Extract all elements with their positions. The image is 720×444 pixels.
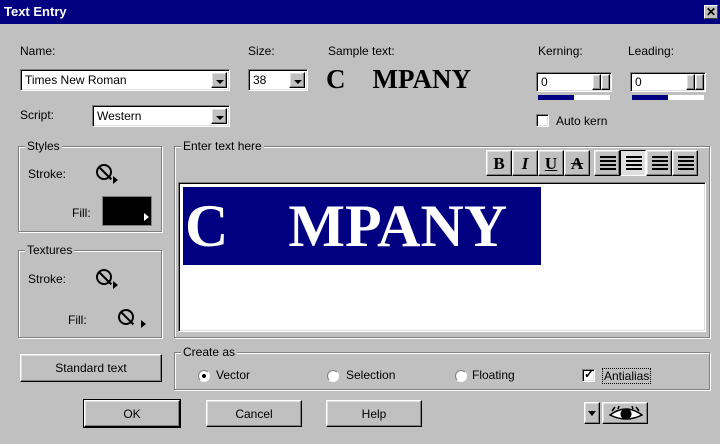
leading-spinner[interactable]	[686, 74, 704, 90]
close-icon: ✕	[705, 5, 717, 19]
italic-icon: I	[521, 154, 529, 173]
textures-group-title: Textures	[25, 243, 75, 257]
fill-swatch-arrow-icon[interactable]	[144, 213, 149, 221]
cancel-button-label: Cancel	[235, 406, 273, 421]
font-name-dropdown-button[interactable]	[211, 72, 227, 88]
auto-kern-checkbox[interactable]	[536, 114, 549, 127]
font-size-combo[interactable]: 38	[248, 69, 308, 91]
sample-text-preview: C MPANY	[326, 64, 471, 94]
justify-button[interactable]	[646, 150, 672, 176]
size-label: Size:	[248, 44, 275, 58]
vector-label[interactable]: Vector	[216, 368, 250, 382]
kerning-input[interactable]: 0	[536, 72, 612, 92]
create-as-group-title: Create as	[181, 345, 238, 359]
align-right-icon	[678, 156, 694, 172]
leading-up-button[interactable]	[686, 74, 695, 90]
textures-stroke-icon[interactable]	[96, 269, 112, 285]
preview-toggle-button[interactable]	[584, 402, 600, 424]
kerning-value: 0	[541, 75, 548, 89]
kerning-slider-bar[interactable]	[538, 95, 574, 100]
selection-radio[interactable]	[327, 370, 339, 382]
textures-stroke-arrow-icon[interactable]	[113, 281, 118, 289]
antialias-checkbox[interactable]	[582, 367, 595, 382]
floating-label[interactable]: Floating	[472, 368, 515, 382]
kerning-label: Kerning:	[538, 44, 583, 58]
styles-stroke-label: Stroke:	[28, 167, 67, 181]
help-button-label: Help	[361, 406, 387, 421]
antialias-label[interactable]: Antialias	[602, 368, 652, 384]
styles-fill-swatch[interactable]	[102, 196, 152, 226]
leading-slider-track[interactable]	[668, 95, 704, 100]
preview-eye-button[interactable]	[602, 402, 648, 424]
sample-text-label: Sample text:	[328, 44, 395, 58]
font-size-value: 38	[253, 73, 267, 87]
align-left-button[interactable]	[594, 150, 620, 176]
close-button[interactable]: ✕	[704, 5, 718, 19]
preview-toggle-arrow-icon	[588, 411, 596, 416]
leading-input[interactable]: 0	[630, 72, 706, 92]
standard-text-button[interactable]: Standard text	[20, 354, 162, 382]
styles-group-title: Styles	[25, 139, 62, 153]
textures-fill-icon[interactable]	[118, 309, 134, 325]
script-dropdown-button[interactable]	[211, 108, 227, 124]
align-right-button[interactable]	[672, 150, 698, 176]
align-center-icon	[626, 156, 642, 172]
floating-radio[interactable]	[455, 370, 467, 382]
text-entry-area[interactable]: C MPANY	[178, 182, 706, 332]
font-name-combo[interactable]: Times New Roman	[20, 69, 230, 91]
align-left-icon	[600, 156, 616, 172]
title-bar: Text Entry ✕	[0, 0, 720, 24]
styles-stroke-icon[interactable]	[96, 164, 112, 180]
textures-fill-arrow-icon[interactable]	[141, 320, 146, 328]
standard-text-button-label: Standard text	[55, 361, 127, 375]
ok-button-label: OK	[123, 406, 141, 421]
underline-icon: U	[544, 154, 558, 173]
justify-icon	[652, 156, 668, 172]
kerning-up-button[interactable]	[592, 74, 601, 90]
window-title: Text Entry	[4, 4, 67, 19]
eye-icon	[609, 406, 643, 420]
kerning-spinner[interactable]	[592, 74, 610, 90]
kerning-down-button[interactable]	[601, 74, 610, 90]
textures-fill-label: Fill:	[68, 313, 87, 327]
font-name-label: Name:	[20, 44, 56, 58]
strikethrough-button[interactable]: A	[564, 150, 590, 176]
script-label: Script:	[20, 108, 55, 122]
leading-label: Leading:	[628, 44, 675, 58]
leading-slider-bar[interactable]	[632, 95, 668, 100]
help-button[interactable]: Help	[326, 400, 422, 427]
bold-button[interactable]: B	[486, 150, 512, 176]
font-size-dropdown-button[interactable]	[289, 72, 305, 88]
bold-icon: B	[493, 154, 505, 173]
font-name-value: Times New Roman	[25, 73, 127, 87]
italic-button[interactable]: I	[512, 150, 538, 176]
strikethrough-icon: A	[570, 154, 584, 173]
leading-value: 0	[635, 75, 642, 89]
selection-label[interactable]: Selection	[346, 368, 395, 382]
enter-text-group-title: Enter text here	[181, 139, 264, 153]
auto-kern-label[interactable]: Auto kern	[556, 114, 607, 128]
cancel-button[interactable]: Cancel	[206, 400, 302, 427]
underline-button[interactable]: U	[538, 150, 564, 176]
vector-radio[interactable]	[198, 370, 210, 382]
leading-down-button[interactable]	[695, 74, 704, 90]
ok-button[interactable]: OK	[83, 399, 181, 428]
script-value: Western	[97, 109, 142, 123]
entered-text: C MPANY	[185, 193, 508, 259]
styles-fill-label: Fill:	[72, 206, 91, 220]
styles-stroke-arrow-icon[interactable]	[113, 176, 118, 184]
align-center-button[interactable]	[620, 150, 646, 176]
textures-stroke-label: Stroke:	[28, 272, 67, 286]
kerning-slider-track[interactable]	[574, 95, 610, 100]
script-combo[interactable]: Western	[92, 105, 230, 127]
